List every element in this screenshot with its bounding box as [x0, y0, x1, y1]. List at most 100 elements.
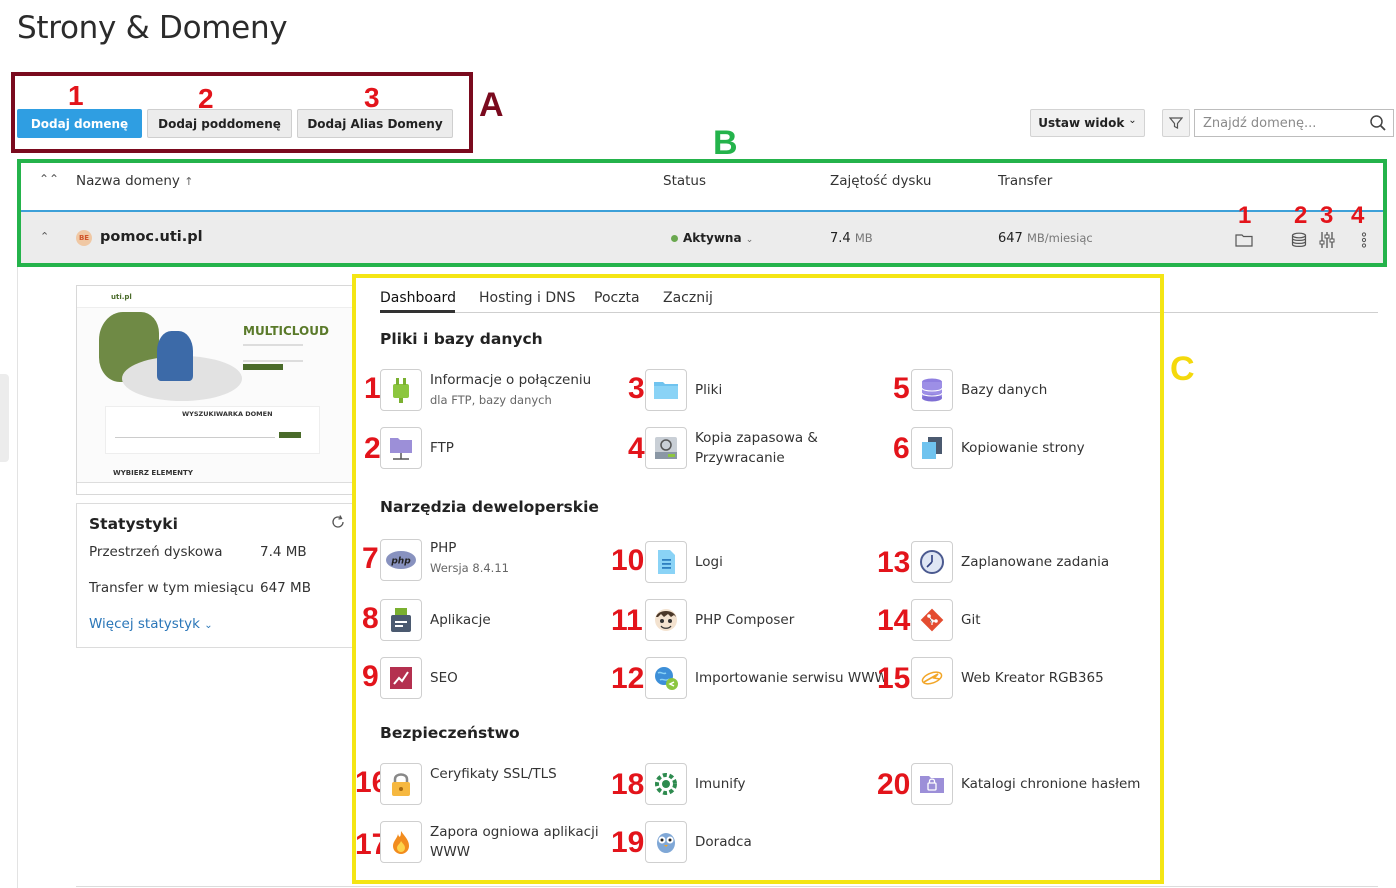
annotation-b-2: 2 — [1294, 202, 1308, 229]
more-statistics-link[interactable]: Więcej statystyk ⌄ — [89, 616, 213, 632]
file-manager-folder-icon[interactable] — [1235, 233, 1253, 247]
tile-3-number: 3 — [628, 372, 645, 405]
tile-ssl-certificates[interactable]: Ceryfikaty SSL/TLS — [430, 764, 557, 784]
domain-search-box — [1194, 109, 1394, 137]
add-domain-button[interactable]: Dodaj domenę — [17, 109, 142, 138]
add-subdomain-button[interactable]: Dodaj poddomenę — [147, 109, 292, 138]
chevron-down-icon: ⌄ — [1128, 114, 1137, 126]
tile-advisor[interactable]: Doradca — [695, 832, 752, 852]
tile-files[interactable]: Pliki — [695, 380, 722, 400]
tile-git[interactable]: Git — [961, 610, 981, 630]
chevron-down-icon: ⌄ — [204, 620, 213, 631]
advisor-icon[interactable] — [645, 821, 687, 863]
more-options-icon[interactable] — [1361, 232, 1367, 248]
database-icon[interactable] — [911, 369, 953, 411]
firewall-icon[interactable] — [380, 821, 422, 863]
tile-import-website[interactable]: Importowanie serwisu WWW — [695, 668, 888, 688]
tile-scheduled-tasks[interactable]: Zaplanowane zadania — [961, 552, 1109, 572]
clock-icon[interactable] — [911, 541, 953, 583]
preview-cookie-bar — [77, 482, 353, 494]
filter-button[interactable] — [1162, 109, 1190, 137]
tab-get-started[interactable]: Zacznij — [663, 290, 713, 306]
logs-icon[interactable] — [645, 541, 687, 583]
annotation-b-4: 4 — [1351, 202, 1365, 229]
ftp-folder-icon[interactable] — [380, 427, 422, 469]
lock-icon[interactable] — [380, 763, 422, 805]
protected-folder-icon[interactable] — [911, 763, 953, 805]
status-dot — [671, 235, 678, 242]
folder-icon[interactable] — [645, 369, 687, 411]
transfer-usage-unit: MB/miesiąc — [1026, 231, 1093, 245]
tile-password-protected-dirs[interactable]: Katalogi chronione hasłem — [961, 774, 1140, 794]
chevron-down-icon: ⌄ — [745, 235, 754, 245]
applications-icon[interactable] — [380, 599, 422, 641]
side-panel-handle[interactable] — [0, 374, 9, 462]
tile-connection-info[interactable]: Informacje o połączeniu dla FTP, bazy da… — [430, 370, 591, 410]
preview-search-button — [279, 432, 301, 438]
php-icon[interactable]: php — [380, 539, 422, 581]
statistics-title: Statystyki — [89, 515, 178, 533]
tab-hosting-dns[interactable]: Hosting i DNS — [479, 290, 575, 306]
annotation-label-b: B — [713, 124, 738, 162]
transfer-month-label: Transfer w tym miesiącu — [89, 580, 254, 596]
disk-usage: 7.4 MB — [830, 231, 873, 246]
composer-icon[interactable] — [645, 599, 687, 641]
annotation-b-1: 1 — [1238, 202, 1252, 229]
tile-backup-restore[interactable]: Kopia zapasowa & Przywracanie — [695, 428, 850, 468]
tile-web-creator[interactable]: Web Kreator RGB365 — [961, 668, 1104, 688]
tile-applications[interactable]: Aplikacje — [430, 610, 491, 630]
tile-9-number: 9 — [362, 660, 379, 693]
tile-web-app-firewall[interactable]: Zapora ogniowa aplikacji WWW — [430, 822, 605, 862]
section-security: Bezpieczeństwo — [380, 724, 520, 742]
domain-row[interactable]: ⌃ BE pomoc.uti.pl Aktywna ⌄ 7.4 MB 647 M… — [20, 210, 1384, 263]
collapse-all-icon[interactable]: ⌃⌃ — [39, 172, 59, 186]
tile-seo[interactable]: SEO — [430, 668, 458, 688]
tile-databases[interactable]: Bazy danych — [961, 380, 1047, 400]
disk-space-label: Przestrzeń dyskowa — [89, 544, 223, 560]
plug-icon[interactable] — [380, 369, 422, 411]
tile-ftp[interactable]: FTP — [430, 438, 454, 458]
tile-5-number: 5 — [893, 372, 910, 405]
tile-copy-site[interactable]: Kopiowanie strony — [961, 438, 1085, 458]
domain-name-link[interactable]: pomoc.uti.pl — [100, 229, 203, 245]
column-header-domain[interactable]: Nazwa domeny ↑ — [76, 173, 193, 189]
refresh-icon[interactable] — [330, 514, 346, 530]
web-creator-icon[interactable] — [911, 657, 953, 699]
tile-12-number: 12 — [611, 662, 645, 695]
statistics-panel: Statystyki Przestrzeń dyskowa 7.4 MB Tra… — [76, 503, 354, 648]
tab-mail[interactable]: Poczta — [594, 290, 640, 306]
column-header-disk[interactable]: Zajętość dysku — [830, 173, 931, 189]
tile-logs[interactable]: Logi — [695, 552, 723, 572]
preview-bottom-text: WYBIERZ ELEMENTY — [113, 469, 193, 477]
import-site-icon[interactable] — [645, 657, 687, 699]
filter-icon — [1169, 117, 1183, 129]
tile-imunify[interactable]: Imunify — [695, 774, 746, 794]
imunify-icon[interactable] — [645, 763, 687, 805]
preview-search-field — [115, 432, 275, 438]
column-header-transfer[interactable]: Transfer — [998, 173, 1052, 189]
column-header-status[interactable]: Status — [663, 173, 706, 189]
status-dropdown[interactable]: Aktywna ⌄ — [683, 231, 753, 245]
settings-sliders-icon[interactable] — [1319, 231, 1335, 249]
tab-dashboard-underline — [380, 310, 455, 313]
copy-site-icon[interactable] — [911, 427, 953, 469]
tile-php[interactable]: PHP Wersja 8.4.11 — [430, 538, 509, 578]
git-icon[interactable] — [911, 599, 953, 641]
annotation-label-a: A — [479, 86, 504, 124]
section-files-databases: Pliki i bazy danych — [380, 330, 543, 348]
set-view-button[interactable]: Ustaw widok ⌄ — [1030, 109, 1145, 137]
status-label: Aktywna — [683, 231, 742, 245]
tile-php-composer[interactable]: PHP Composer — [695, 610, 794, 630]
tile-14-number: 14 — [877, 604, 911, 637]
website-preview-thumbnail[interactable]: uti.pl MULTICLOUD WYSZUKIWARKA DOMEN WYB… — [76, 285, 354, 495]
search-input[interactable] — [1195, 110, 1360, 136]
search-icon[interactable] — [1369, 114, 1387, 132]
backup-icon[interactable] — [645, 427, 687, 469]
add-alias-button[interactable]: Dodaj Alias Domeny — [297, 109, 453, 138]
tab-dashboard[interactable]: Dashboard — [380, 290, 456, 306]
domain-favicon: BE — [76, 230, 92, 246]
seo-icon[interactable] — [380, 657, 422, 699]
collapse-row-icon[interactable]: ⌃ — [40, 230, 49, 243]
tile-connection-info-label: Informacje o połączeniu — [430, 372, 592, 388]
database-icon[interactable] — [1291, 232, 1307, 248]
